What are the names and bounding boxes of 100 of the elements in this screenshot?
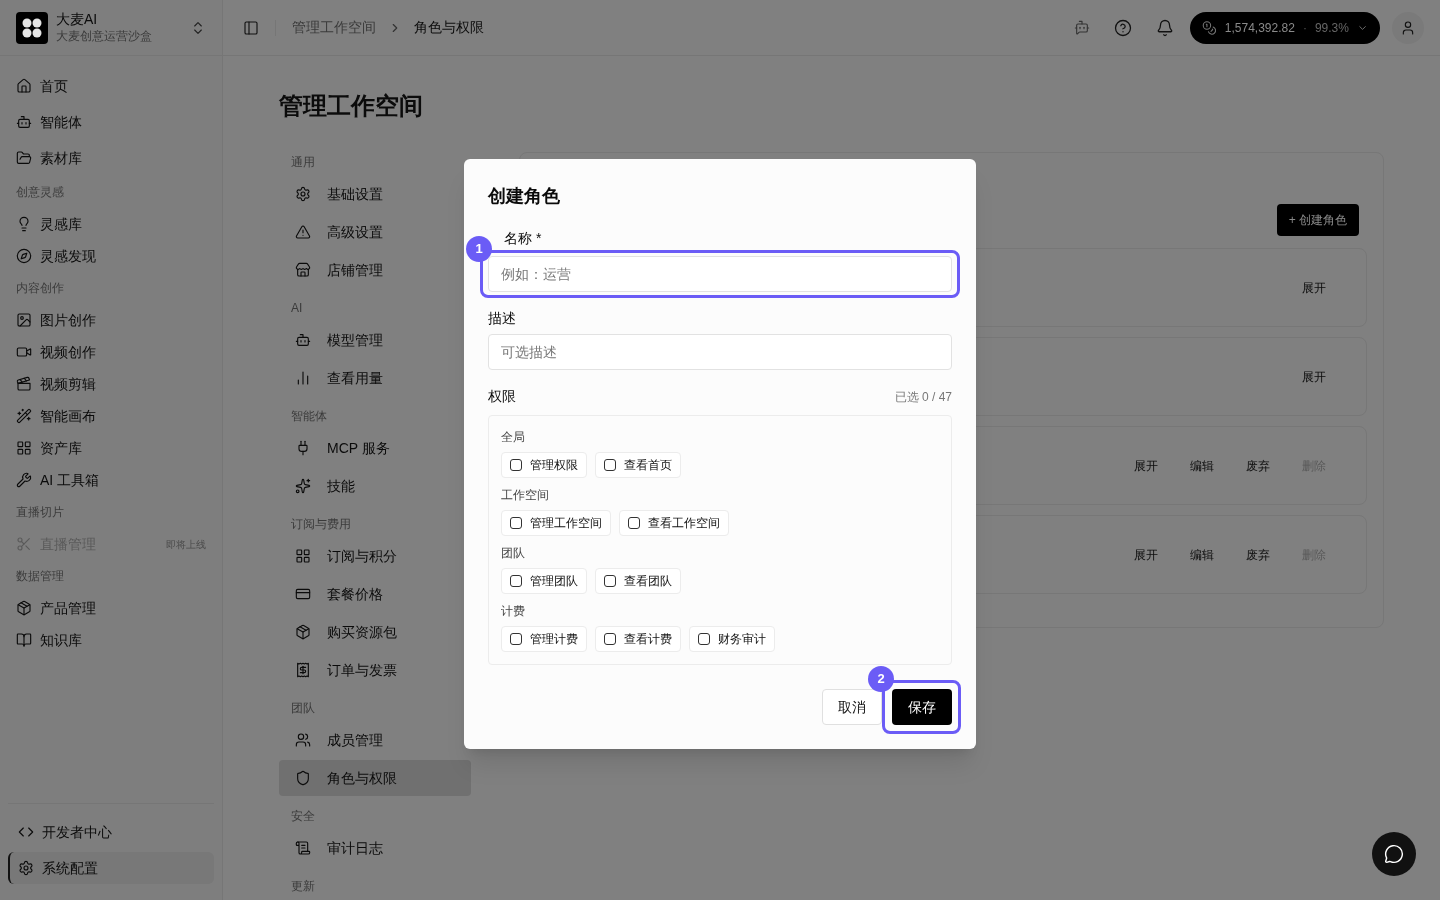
balance-button[interactable]: 1,574,392.82 · 99.3% [1190, 11, 1380, 44]
settings-nav-item[interactable]: 订单与发票 [279, 652, 471, 688]
permission-option[interactable]: 管理工作空间 [501, 510, 611, 536]
settings-nav-item[interactable]: 基础设置 [279, 176, 471, 212]
code-icon [18, 824, 34, 840]
role-action-link[interactable]: 废弃 [1246, 545, 1270, 564]
chat-robot-icon[interactable] [1074, 19, 1090, 36]
compass-icon [16, 248, 32, 264]
grid-icon [295, 548, 311, 564]
image-icon [16, 312, 32, 328]
sidebar-item[interactable]: 智能画布 [8, 400, 214, 432]
settings-nav-item[interactable]: 订阅与积分 [279, 538, 471, 574]
sidebar-item[interactable]: 灵感库 [8, 208, 214, 240]
description-input-field[interactable]: 可选描述 [488, 334, 952, 370]
permission-option[interactable]: 管理计费 [501, 626, 587, 652]
video-camera-icon [16, 344, 32, 360]
sidebar-item[interactable]: 首页 [8, 68, 214, 104]
permission-group-label: 全局 [501, 429, 526, 446]
sidebar-item[interactable]: 视频剪辑 [8, 368, 214, 400]
shield-icon [295, 770, 311, 786]
checkbox[interactable] [628, 517, 640, 529]
field-label: 描述 [488, 309, 517, 328]
book-icon [16, 632, 32, 648]
permission-group-label: 工作空间 [501, 487, 550, 504]
nav-section-heading: 订阅与费用 [290, 516, 352, 533]
permission-option[interactable]: 查看团队 [595, 568, 681, 594]
folder-icon [16, 150, 32, 166]
robot-icon [295, 332, 311, 348]
sidebar-item[interactable]: 灵感发现 [8, 240, 214, 272]
sidebar-item[interactable]: 图片创作 [8, 304, 214, 336]
settings-nav-item[interactable]: 成员管理 [279, 722, 471, 758]
sidebar-item[interactable]: AI 工具箱 [8, 464, 214, 496]
name-input-field[interactable]: 例如：运营 [488, 256, 952, 292]
role-action-link[interactable]: 展开 [1134, 545, 1158, 564]
section-heading: 数据管理 [15, 568, 65, 585]
chat-button[interactable] [1372, 832, 1416, 876]
permission-option[interactable]: 查看首页 [595, 452, 681, 478]
sidebar-item[interactable]: 系统配置 [8, 852, 214, 884]
nav-section-heading: 智能体 [290, 408, 328, 425]
wrench-icon [16, 472, 32, 488]
step-marker: 2 [868, 666, 894, 692]
sidebar-item[interactable]: 产品管理 [8, 592, 214, 624]
settings-nav-item[interactable]: 查看用量 [279, 360, 471, 396]
permission-option[interactable]: 财务审计 [689, 626, 775, 652]
sidebar-toggle-icon[interactable] [243, 19, 259, 36]
permission-option[interactable]: 管理权限 [501, 452, 587, 478]
checkbox[interactable] [698, 633, 710, 645]
checkbox[interactable] [604, 575, 616, 587]
section-heading: 创意灵感 [15, 184, 65, 201]
section-heading: 直播切片 [15, 504, 65, 521]
help-icon[interactable] [1114, 18, 1132, 37]
nav-section-heading: 团队 [290, 700, 316, 717]
logo-icon [16, 11, 48, 44]
settings-nav-item[interactable]: 模型管理 [279, 322, 471, 358]
role-action-link[interactable]: 展开 [1302, 278, 1326, 297]
receipt-icon [295, 662, 311, 678]
house-icon [16, 78, 32, 94]
notification-bell-icon[interactable] [1156, 18, 1174, 37]
settings-nav-item[interactable]: 购买资源包 [279, 614, 471, 650]
checkbox[interactable] [604, 459, 616, 471]
robot-icon [16, 114, 32, 130]
permission-group-label: 团队 [501, 545, 526, 562]
role-action-link[interactable]: 展开 [1302, 367, 1326, 386]
page-title: 管理工作空间 [279, 91, 424, 121]
sidebar-item[interactable]: 知识库 [8, 624, 214, 656]
checkbox[interactable] [510, 633, 522, 645]
field-label: 名称 * [504, 229, 542, 248]
sidebar-item[interactable]: 资产库 [8, 432, 214, 464]
sidebar-item[interactable]: 智能体 [8, 104, 214, 140]
sidebar-item[interactable]: 素材库 [8, 140, 214, 176]
permission-option[interactable]: 管理团队 [501, 568, 587, 594]
checkbox[interactable] [510, 575, 522, 587]
checkbox[interactable] [510, 459, 522, 471]
settings-nav-item[interactable]: 角色与权限 [279, 760, 471, 796]
checkbox[interactable] [604, 633, 616, 645]
sidebar-item[interactable]: 视频创作 [8, 336, 214, 368]
breadcrumb-item: 角色与权限 [414, 18, 484, 37]
settings-icon [295, 186, 311, 202]
breadcrumb-item[interactable]: 管理工作空间 [292, 17, 376, 38]
coins-icon [1202, 19, 1217, 36]
role-action-link[interactable]: 展开 [1134, 456, 1158, 475]
role-action-link[interactable]: 废弃 [1246, 456, 1270, 475]
plug-icon [295, 440, 311, 456]
settings-nav-item[interactable]: MCP 服务 [279, 430, 471, 466]
role-action-link[interactable]: 编辑 [1190, 545, 1214, 564]
cancel-button[interactable]: 取消 [822, 689, 882, 725]
permission-option[interactable]: 查看工作空间 [619, 510, 729, 536]
permission-option[interactable]: 查看计费 [595, 626, 681, 652]
avatar[interactable] [1392, 11, 1424, 44]
role-action-link[interactable]: 编辑 [1190, 456, 1214, 475]
save-button[interactable]: 保存 [892, 689, 952, 725]
store-icon [295, 262, 311, 278]
settings-nav-item[interactable]: 技能 [279, 468, 471, 504]
checkbox[interactable] [510, 517, 522, 529]
settings-nav-item[interactable]: 套餐价格 [279, 576, 471, 612]
magic-wand-icon [16, 408, 32, 424]
create-role-button[interactable]: + 创建角色 [1276, 204, 1359, 236]
settings-nav-item[interactable]: 审计日志 [279, 830, 471, 866]
clapperboard-icon [16, 376, 32, 392]
sidebar-item[interactable]: 开发者中心 [8, 816, 214, 848]
